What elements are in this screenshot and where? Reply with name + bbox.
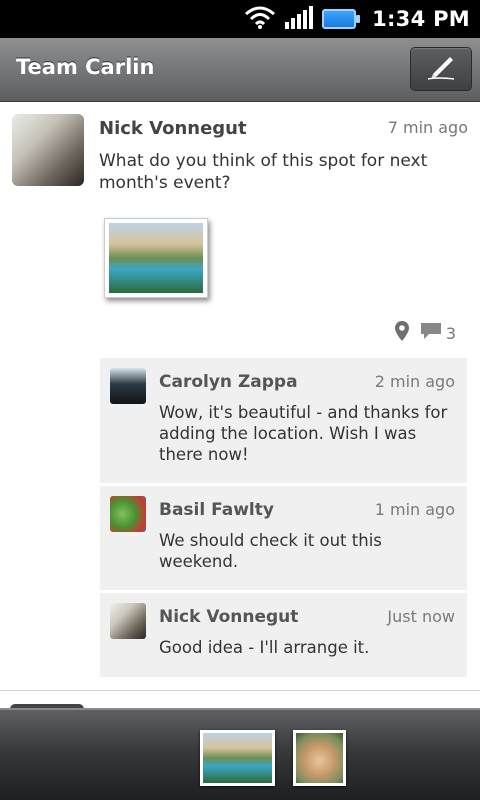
avatar[interactable] [12,114,84,186]
title-bar: Team Carlin [0,38,480,102]
reply-item[interactable]: Basil Fawlty 1 min ago We should check i… [100,486,467,590]
comment-icon [420,322,442,344]
avatar[interactable] [110,603,146,639]
battery-icon [322,9,361,29]
post-body: What do you think of this spot for next … [99,151,428,193]
reply-item[interactable]: Carolyn Zappa 2 min ago Wow, it's beauti… [100,358,467,483]
reply-time: 2 min ago [374,372,455,391]
avatar[interactable] [110,368,146,404]
reply-body: Good idea - I'll arrange it. [159,638,370,657]
attached-photo[interactable] [104,218,208,298]
signal-icon [284,4,314,34]
post-meta: 3 [394,320,456,346]
reply-body: Wow, it's beautiful - and thanks for add… [159,403,448,464]
post-author: Nick Vonnegut [99,118,247,139]
divider [0,690,480,691]
photo-image [109,223,203,293]
page-title: Team Carlin [16,55,155,79]
reply-author: Carolyn Zappa [159,372,298,392]
pen-icon [424,52,458,86]
media-tray [0,708,480,800]
post-time: 7 min ago [387,118,468,137]
tray-photo-dog[interactable] [293,730,346,786]
reply-body: We should check it out this weekend. [159,531,382,571]
photo-image [203,733,272,783]
location-pin-icon[interactable] [394,320,410,346]
wifi-icon [244,4,276,34]
reply-time: Just now [387,607,455,626]
clock: 1:34 PM [372,7,470,31]
tray-photo-resort[interactable] [200,730,275,786]
photo-image [296,733,343,783]
reply-author: Nick Vonnegut [159,607,299,627]
reply-author: Basil Fawlty [159,500,274,520]
status-bar: 1:34 PM [0,0,480,38]
comment-count-value: 3 [445,323,456,343]
reply-time: 1 min ago [374,500,455,519]
compose-button[interactable] [410,47,472,91]
avatar[interactable] [110,496,146,532]
comment-count[interactable]: 3 [420,322,456,344]
reply-item[interactable]: Nick Vonnegut Just now Good idea - I'll … [100,593,467,677]
